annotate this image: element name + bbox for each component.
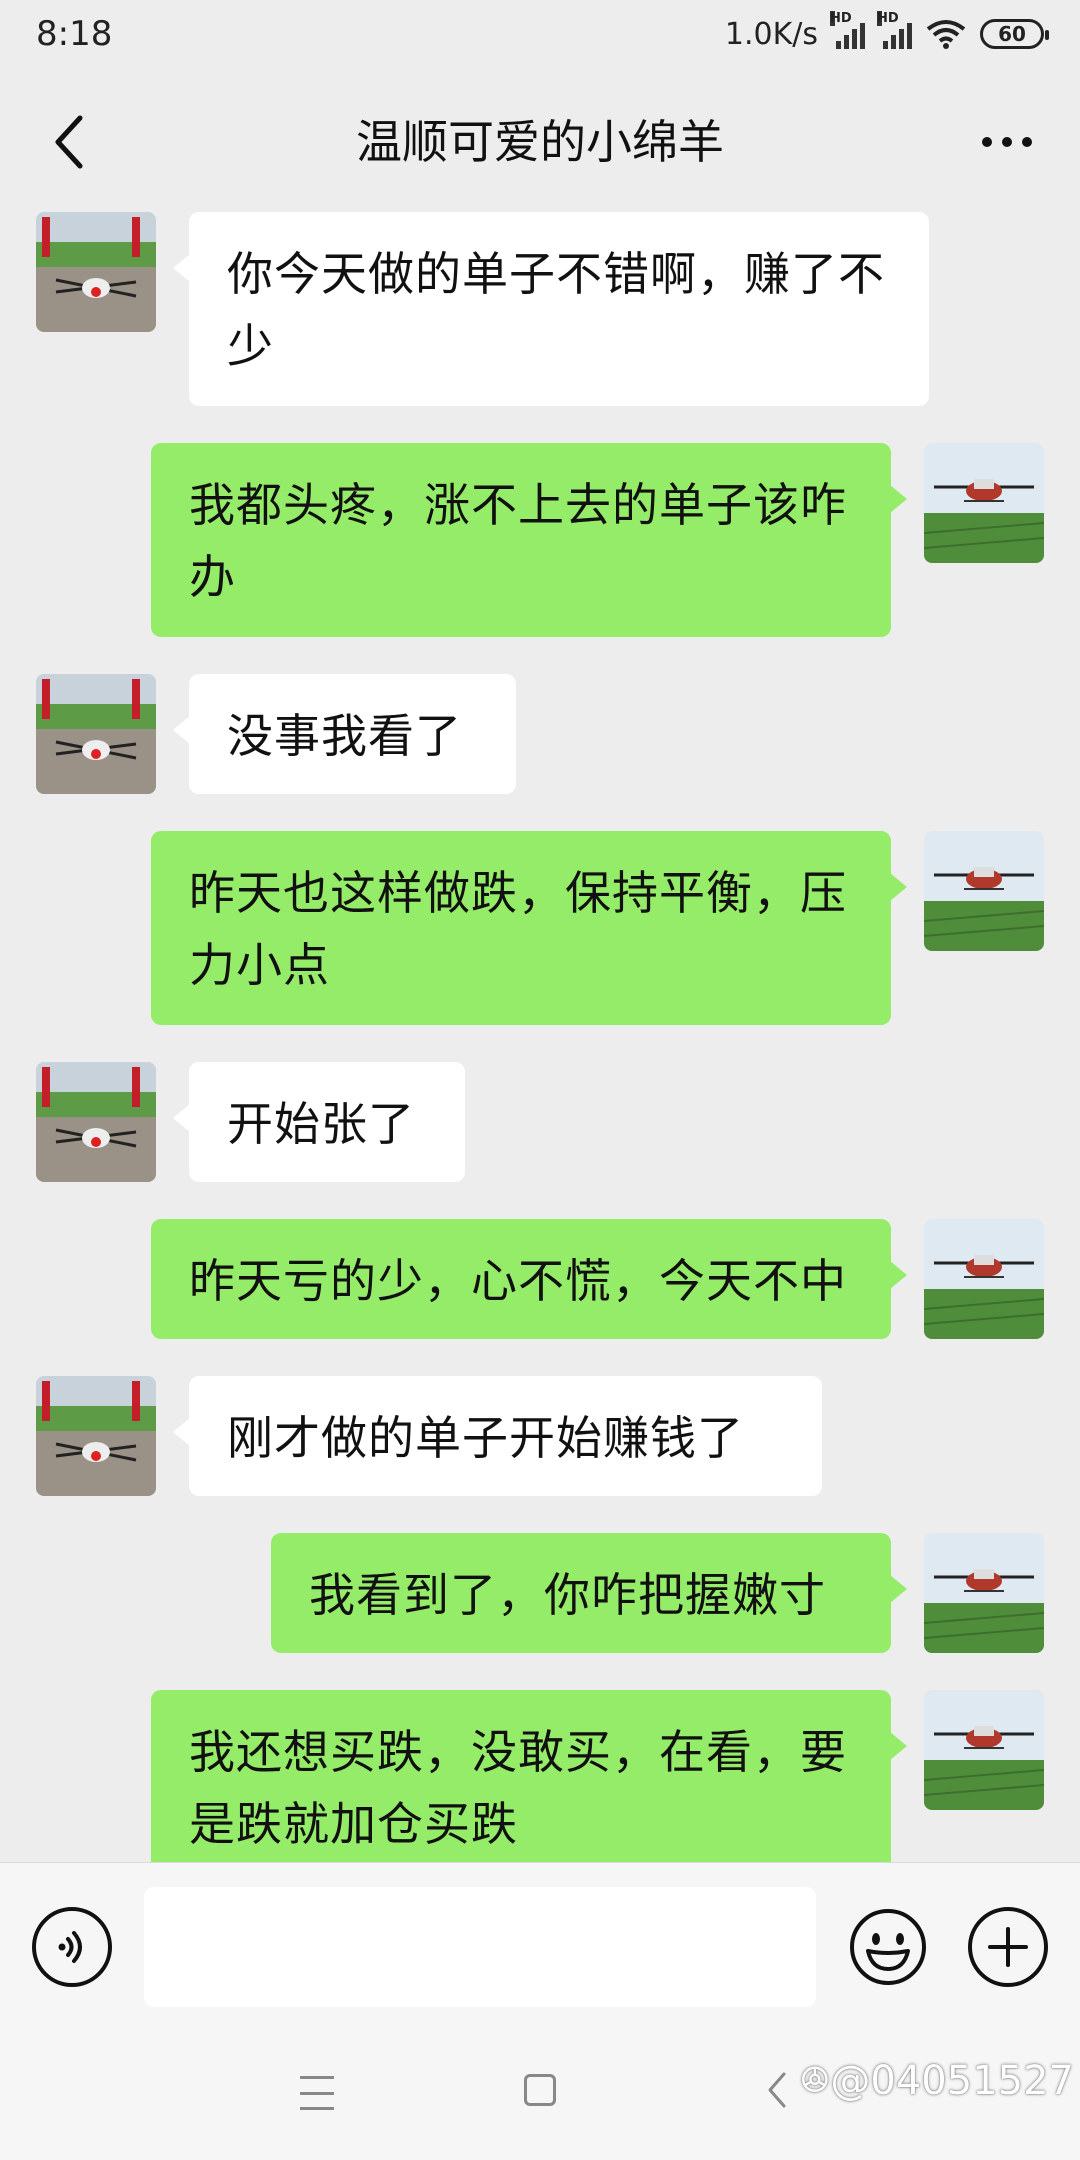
message-text: 我看到了，你咋把握嫩寸	[309, 1568, 826, 1622]
chevron-left-icon	[55, 115, 83, 169]
voice-icon	[58, 1931, 82, 1963]
message-text: 昨天也这样做跌，保持平衡，压力小点	[189, 866, 847, 992]
recent-apps-button[interactable]	[300, 2076, 334, 2110]
my-avatar[interactable]	[924, 443, 1044, 563]
voice-button[interactable]	[32, 1907, 112, 1987]
home-button[interactable]	[524, 2074, 556, 2106]
back-button[interactable]	[40, 112, 100, 172]
contact-avatar[interactable]	[36, 212, 156, 332]
emoji-icon	[850, 1909, 926, 1985]
system-nav-bar: ꔮ@04051527	[0, 2030, 1080, 2160]
chat-area[interactable]: 你今天做的单子不错啊，赚了不少 我都头疼，涨不上去的单子该咋办 没事我看了 昨天…	[0, 210, 1080, 1862]
message-text: 昨天亏的少，心不慌，今天不中	[189, 1254, 847, 1308]
message-bubble-outgoing[interactable]: 我还想买跌，没敢买，在看，要是跌就加仓买跌	[151, 1690, 907, 1862]
status-indicators: 1.0K/s HD HD 60	[724, 11, 1049, 52]
message-bubble-outgoing[interactable]: 我都头疼，涨不上去的单子该咋办	[151, 443, 907, 637]
message-bubble-incoming[interactable]: 开始张了	[173, 1062, 465, 1182]
signal-icon: HD	[830, 11, 865, 49]
message-bubble-outgoing[interactable]: 我看到了，你咋把握嫩寸	[271, 1533, 907, 1653]
message-bubble-outgoing[interactable]: 昨天亏的少，心不慌，今天不中	[151, 1219, 907, 1339]
more-button[interactable]	[972, 112, 1042, 172]
my-avatar[interactable]	[924, 1219, 1044, 1339]
message-text: 我都头疼，涨不上去的单子该咋办	[189, 478, 847, 604]
drone-photo-avatar	[36, 1062, 156, 1182]
drone-field-avatar	[924, 1219, 1044, 1339]
contact-avatar[interactable]	[36, 1376, 156, 1496]
watermark: ꔮ@04051527	[799, 2058, 1074, 2104]
contact-avatar[interactable]	[36, 674, 156, 794]
weibo-logo-icon: ꔮ	[799, 2058, 831, 2104]
drone-field-avatar	[924, 1533, 1044, 1653]
more-dots-icon	[982, 137, 992, 147]
message-bubble-incoming[interactable]: 你今天做的单子不错啊，赚了不少	[173, 212, 929, 406]
drone-field-avatar	[924, 1690, 1044, 1810]
chat-title: 温顺可爱的小绵羊	[356, 115, 724, 169]
drone-photo-avatar	[36, 674, 156, 794]
my-avatar[interactable]	[924, 1533, 1044, 1653]
message-bubble-outgoing[interactable]: 昨天也这样做跌，保持平衡，压力小点	[151, 831, 907, 1025]
signal-icon-2: HD	[877, 11, 912, 49]
message-bubble-incoming[interactable]: 没事我看了	[173, 674, 516, 794]
my-avatar[interactable]	[924, 1690, 1044, 1810]
battery-icon: 60	[980, 19, 1049, 49]
input-bar	[0, 1862, 1080, 2030]
drone-field-avatar	[924, 831, 1044, 951]
message-text: 没事我看了	[227, 709, 462, 763]
message-text: 开始张了	[227, 1097, 415, 1151]
drone-photo-avatar	[36, 1376, 156, 1496]
my-avatar[interactable]	[924, 831, 1044, 951]
drone-photo-avatar	[36, 212, 156, 332]
plus-button[interactable]	[968, 1907, 1048, 1987]
message-text: 刚才做的单子开始赚钱了	[227, 1411, 744, 1465]
message-bubble-incoming[interactable]: 刚才做的单子开始赚钱了	[173, 1376, 822, 1496]
message-text: 你今天做的单子不错啊，赚了不少	[227, 247, 885, 373]
contact-avatar[interactable]	[36, 1062, 156, 1182]
message-input[interactable]	[144, 1887, 816, 2007]
wifi-icon	[926, 20, 966, 49]
message-text: 我还想买跌，没敢买，在看，要是跌就加仓买跌	[189, 1725, 847, 1851]
emoji-button[interactable]	[848, 1907, 928, 1987]
system-back-icon[interactable]	[760, 2070, 796, 2110]
drone-field-avatar	[924, 443, 1044, 563]
status-bar: 8:18 1.0K/s HD HD 60	[0, 0, 1080, 68]
status-time: 8:18	[36, 14, 113, 54]
chat-header: 温顺可爱的小绵羊	[0, 68, 1080, 210]
network-speed: 1.0K/s	[724, 16, 818, 52]
plus-icon	[988, 1927, 1028, 1967]
